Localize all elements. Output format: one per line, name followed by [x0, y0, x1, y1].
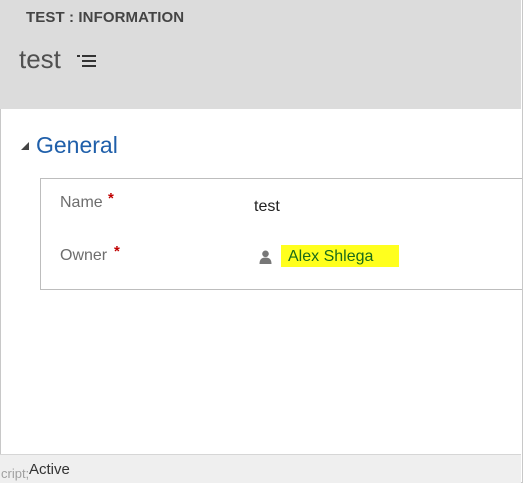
record-title: test [19, 44, 61, 74]
name-label: Name [60, 194, 103, 211]
clipped-script-text: cript; [1, 466, 30, 481]
name-required-marker: * [108, 190, 114, 207]
owner-required-marker: * [114, 243, 120, 260]
section-title-general[interactable]: General [36, 132, 118, 159]
record-status: Active [29, 461, 70, 478]
collapse-triangle-icon[interactable] [20, 141, 30, 151]
list-menu-icon[interactable] [77, 54, 97, 68]
status-bar: cript; Active [0, 454, 521, 483]
name-field[interactable]: test [254, 198, 280, 216]
entity-label: TEST : INFORMATION [26, 9, 185, 26]
owner-lookup-value[interactable]: Alex Shlega [288, 248, 373, 266]
form-header: TEST : INFORMATION test [0, 0, 521, 109]
user-icon [259, 250, 272, 264]
owner-label: Owner [60, 247, 108, 264]
